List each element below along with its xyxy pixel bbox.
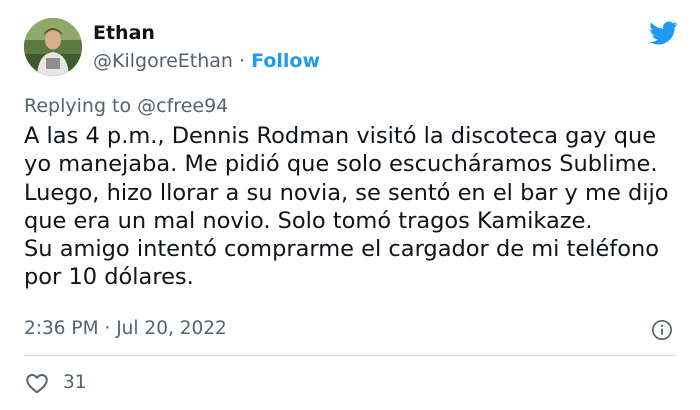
info-icon[interactable] [651,319,673,341]
timestamp-separator: · [104,318,111,339]
tweet-line: Su amigo intentó comprarme el cargador d… [24,236,660,263]
tweet-time: 2:36 PM [24,318,99,339]
divider [24,355,676,356]
replying-mention[interactable]: @cfree94 [137,95,228,117]
author-handle[interactable]: @KilgoreEthan [93,50,233,72]
tweet-date: Jul 20, 2022 [116,318,227,339]
tweet-line: yo manejaba. Me pidió que solo escuchára… [24,151,658,178]
author-handle-row: @KilgoreEthan · Follow [93,50,320,72]
avatar[interactable] [24,18,82,76]
replying-prefix: Replying to [24,95,132,117]
tweet-line: Luego, hizo llorar a su novia, se sentó … [24,179,669,206]
tweet-timestamp[interactable]: 2:36 PM · Jul 20, 2022 [24,318,227,339]
handle-separator: · [239,50,246,72]
tweet-text: A las 4 p.m., Dennis Rodman visitó la di… [24,122,684,292]
twitter-bird-icon[interactable] [648,20,678,46]
tweet-card: Ethan @KilgoreEthan · Follow Replying to… [0,0,700,410]
avatar-image [24,18,82,76]
tweet-line: por 10 dólares. [24,264,194,291]
tweet-line: A las 4 p.m., Dennis Rodman visitó la di… [24,123,657,149]
author-name[interactable]: Ethan [93,22,155,44]
follow-button[interactable]: Follow [251,50,320,72]
like-count: 31 [63,372,87,393]
tweet-line: que era un mal novio. Solo tomó tragos K… [24,207,593,234]
heart-icon[interactable] [24,370,50,396]
replying-to: Replying to @cfree94 [24,95,228,117]
